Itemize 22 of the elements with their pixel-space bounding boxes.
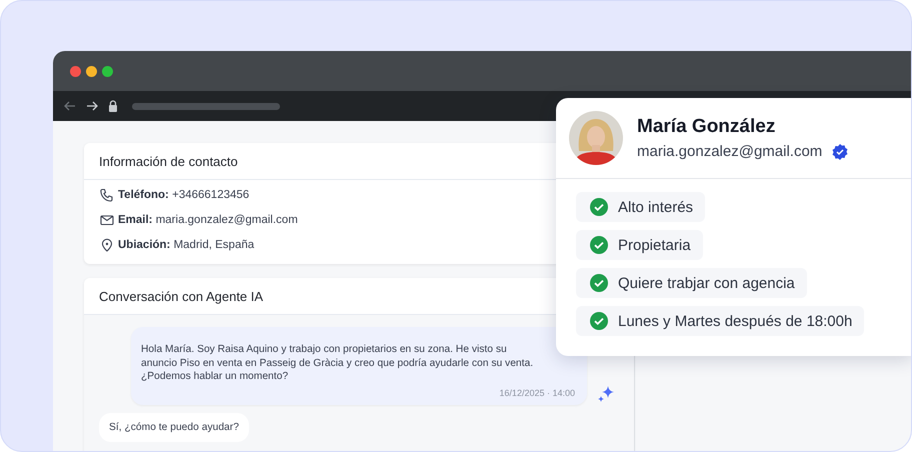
forward-icon[interactable] [86, 100, 98, 112]
contact-detail: Teléfono: +34666123456 [118, 189, 250, 201]
tag-chip: Alto interés [576, 192, 706, 222]
location-pin-icon [100, 238, 114, 252]
envelope-icon [100, 213, 114, 227]
close-dot-icon[interactable] [70, 66, 81, 76]
contact-detail: Ubiación: Madrid, España [118, 239, 254, 251]
lock-icon [108, 100, 118, 112]
message-text: Sí, ¿cómo te puedo ayudar? [109, 420, 239, 434]
message-text: Hola María. Soy Raisa Aquino y trabajo con propietarios en su zona. He visto su anuncio Piso en venta en Passeig de Gràcia y creo que podría ayudarle con su venta. ¿Podemos hablar un momento? [141, 343, 534, 384]
minimize-dot-icon[interactable] [86, 66, 97, 76]
contact-detail: Email: maria.gonzalez@gmail.com [118, 214, 298, 226]
tag-chip: Lunes y Martes después de 18:00h [576, 306, 864, 336]
back-icon[interactable] [64, 100, 76, 112]
phone-icon [100, 188, 114, 202]
profile-email: maria.gonzalez@gmail.com [637, 143, 822, 160]
message-time: 16/12/2025 · 14:00 [499, 388, 575, 398]
tag-chip: Quiere trabjar con agencia [576, 268, 807, 298]
sparkle-icon [597, 384, 615, 402]
profile-name: María González [637, 116, 776, 138]
maximize-dot-icon[interactable] [102, 66, 113, 76]
tag-chip: Propietaria [576, 230, 703, 260]
